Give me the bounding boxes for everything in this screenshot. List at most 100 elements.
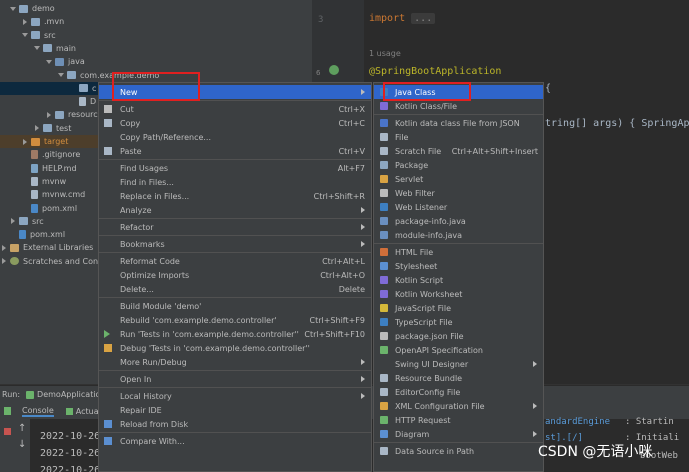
log-message: : Startin [625,417,674,427]
chevron-down-icon[interactable] [9,5,17,13]
menu-item[interactable]: Reformat Code Ctrl+Alt+L [99,254,371,268]
submenu-item[interactable]: Kotlin Script [374,273,543,287]
main-signature: tring[] args) { SpringApp [545,118,689,129]
submenu-item[interactable]: TypeScript File [374,315,543,329]
submenu-item[interactable]: Package [374,158,543,172]
folder-icon [31,17,40,26]
spring-gutter-icon[interactable] [329,65,339,75]
submenu-arrow-icon [361,359,365,365]
submenu-item[interactable]: JavaScript File [374,301,543,315]
usage-hint[interactable]: 1 usage [369,49,401,58]
chevron-right-icon[interactable] [0,257,8,265]
submenu-arrow-icon [533,431,537,437]
menu-item[interactable]: Cut Ctrl+X [99,102,371,116]
chevron-right-icon[interactable] [0,244,8,252]
submenu-item[interactable]: Resource Bundle [374,371,543,385]
submenu-item[interactable]: package-info.java [374,214,543,228]
run-gutter-icon[interactable]: 6 [316,69,320,77]
datasource-icon [380,447,388,455]
json-icon [380,332,388,340]
menu-item[interactable]: Repair IDE [99,403,371,417]
submenu-item[interactable]: Web Listener [374,200,543,214]
chevron-down-icon[interactable] [21,31,29,39]
menu-item[interactable]: Optimize Imports Ctrl+Alt+O [99,268,371,282]
scroll-down-icon[interactable]: ↓ [18,439,26,450]
menu-separator [374,114,543,115]
submenu-item[interactable]: Data Source in Path [374,444,543,458]
menu-item[interactable]: Reload from Disk [99,417,371,431]
submenu-item[interactable]: Kotlin Class/File [374,99,543,113]
submenu-item[interactable]: package.json File [374,329,543,343]
folder-icon [55,110,64,119]
chevron-down-icon[interactable] [45,58,53,66]
menu-item[interactable]: Compare With... [99,434,371,448]
menu-separator [99,218,371,219]
run-config-tab[interactable]: DemoApplicatio [37,390,100,399]
menu-item[interactable]: Paste Ctrl+V [99,144,371,158]
chevron-down-icon[interactable] [57,71,65,79]
menu-item[interactable]: Copy Path/Reference... [99,130,371,144]
menu-item[interactable]: Open In [99,372,371,386]
menu-shortcut: Ctrl+Alt+Shift+Insert [451,146,538,156]
tree-item[interactable]: .mvn [0,15,312,28]
menu-item[interactable]: Find in Files... [99,175,371,189]
menu-item[interactable]: Analyze [99,203,371,217]
submenu-item[interactable]: Swing UI Designer [374,357,543,371]
tab-actuator[interactable]: Actua [76,407,99,416]
menu-item[interactable]: More Run/Debug [99,355,371,369]
menu-item-label: Build Module 'demo' [120,301,202,311]
stop-icon[interactable] [4,428,11,435]
chevron-right-icon[interactable] [33,124,41,132]
chevron-down-icon[interactable] [33,44,41,52]
submenu-item[interactable]: Web Filter [374,186,543,200]
menu-item[interactable]: Build Module 'demo' [99,299,371,313]
submenu-item-label: Diagram [395,429,430,439]
tree-item[interactable]: demo [0,2,312,15]
submenu-item[interactable]: Diagram [374,427,543,441]
submenu-item[interactable]: module-info.java [374,228,543,242]
rerun-icon[interactable] [4,407,11,415]
submenu-item[interactable]: XML Configuration File [374,399,543,413]
submenu-item[interactable]: File [374,130,543,144]
scroll-up-icon[interactable]: ↑ [18,423,26,434]
submenu-item[interactable]: HTTP Request [374,413,543,427]
submenu-item[interactable]: HTML File [374,245,543,259]
menu-item[interactable]: Replace in Files... Ctrl+Shift+R [99,189,371,203]
chevron-right-icon[interactable] [21,138,29,146]
import-line[interactable]: import ... [369,13,436,24]
tree-item[interactable]: main [0,42,312,55]
submenu-item[interactable]: Kotlin data class File from JSON [374,116,543,130]
menu-separator [99,235,371,236]
scratch-icon [380,147,388,155]
tree-item-label: pom.xml [30,230,66,240]
run-label: Run: [2,390,21,399]
menu-item[interactable]: Delete... Delete [99,282,371,296]
menu-item[interactable]: Copy Ctrl+C [99,116,371,130]
log-line: 2022-10-26 [40,431,101,442]
menu-item[interactable]: Find Usages Alt+F7 [99,161,371,175]
xml-icon [380,402,388,410]
menu-item[interactable]: Refactor [99,220,371,234]
menu-item[interactable]: Local History [99,389,371,403]
submenu-item[interactable]: Scratch File Ctrl+Alt+Shift+Insert [374,144,543,158]
menu-separator [374,442,543,443]
menu-item[interactable]: Rebuild 'com.example.demo.controller' Ctr… [99,313,371,327]
chevron-right-icon[interactable] [9,217,17,225]
menu-shortcut: Ctrl+Shift+F10 [304,329,365,339]
tab-console[interactable]: Console [22,406,54,417]
submenu-item[interactable]: Kotlin Worksheet [374,287,543,301]
import-fold[interactable]: ... [411,13,436,24]
menu-item[interactable]: Debug 'Tests in 'com.example.demo.contro… [99,341,371,355]
listener-icon [380,203,388,211]
submenu-item[interactable]: EditorConfig File [374,385,543,399]
submenu-item-label: package-info.java [395,216,466,226]
chevron-right-icon[interactable] [45,111,53,119]
chevron-right-icon[interactable] [21,18,29,26]
menu-item[interactable]: Run 'Tests in 'com.example.demo.controll… [99,327,371,341]
menu-item[interactable]: Bookmarks [99,237,371,251]
submenu-item[interactable]: Stylesheet [374,259,543,273]
tree-item[interactable]: java [0,55,312,68]
submenu-item[interactable]: OpenAPI Specification [374,343,543,357]
tree-item[interactable]: src [0,29,312,42]
submenu-item[interactable]: Servlet [374,172,543,186]
